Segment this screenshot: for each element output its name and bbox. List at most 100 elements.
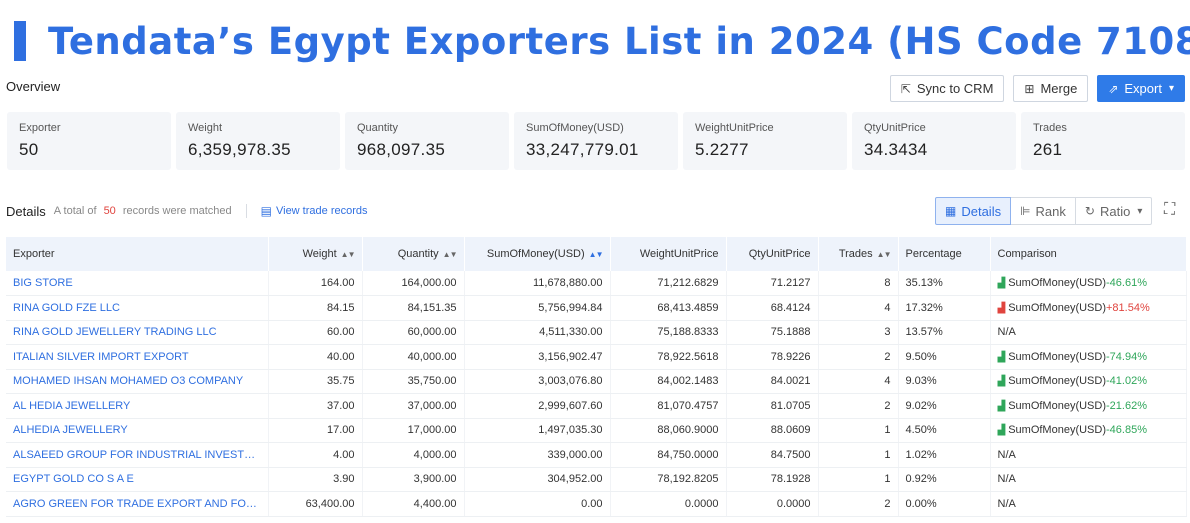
cell-percentage: 0.92% [898, 467, 991, 492]
cell-weight: 63,400.00 [268, 491, 363, 517]
exporters-table: Exporter Weight ▲▼ Quantity ▲▼ SumOfMoney(… [6, 237, 1187, 517]
comparison-value: -74.94% [1106, 350, 1147, 363]
cell-weight-unit-price: 68,413.4859 [610, 295, 727, 321]
divider [245, 204, 247, 218]
col-header-weight[interactable]: Weight ▲▼ [268, 237, 363, 271]
stat-value: 6,359,978.35 [188, 140, 291, 159]
table-row[interactable]: RINA GOLD FZE LLC 84.15 84,151.35 5,756,994… [6, 295, 1187, 321]
cell-qty-unit-price: 75.1888 [726, 320, 819, 345]
table-row[interactable]: AGRO GREEN FOR TRADE EXPORT AND FOOD 63,4… [6, 491, 1187, 517]
comparison-na: N/A [997, 473, 1016, 486]
comparison-label: SumOfMoney(USD) [1008, 350, 1106, 363]
cell-trades: 2 [818, 344, 899, 370]
chevron-down-icon: ▾ [1168, 83, 1174, 94]
cell-percentage: 0.00% [898, 491, 991, 517]
col-header-quantity[interactable]: Quantity ▲▼ [362, 237, 465, 271]
sort-icon[interactable]: ▲▼ [443, 250, 458, 259]
view-trade-records-link[interactable]: ▤ View trade records [261, 204, 368, 218]
exporter-name-link[interactable]: ALHEDIA JEWELLERY [6, 418, 269, 443]
stat-card-weight-unit-price: WeightUnitPrice 5.2277 [683, 112, 847, 170]
table-row[interactable]: AL HEDIA JEWELLERY 37.00 37,000.00 2,999,60… [6, 393, 1187, 419]
trend-chart-icon: ▟ [997, 376, 1006, 388]
cell-weight-unit-price: 84,002.1483 [610, 369, 727, 394]
stats-row: Exporter 50 Weight 6,359,978.35 Quantity… [7, 112, 1185, 170]
comparison-na: N/A [997, 497, 1016, 510]
tab-details[interactable]: ▦ Details [935, 197, 1012, 225]
stat-value: 50 [19, 140, 39, 159]
page-title: Tendata’s Egypt Exporters List in 2024 (… [48, 19, 1190, 63]
table-row[interactable]: ITALIAN SILVER IMPORT EXPORT 40.00 40,000.… [6, 344, 1187, 370]
stat-card-quantity: Quantity 968,097.35 [345, 112, 509, 170]
cell-quantity: 84,151.35 [362, 295, 465, 321]
col-header-sum-of-money[interactable]: SumOfMoney(USD) ▲▼ [464, 237, 611, 271]
fullscreen-icon[interactable]: ⛶ [1164, 201, 1175, 219]
tab-rank[interactable]: ⊫ Rank [1010, 197, 1076, 225]
comparison-label: SumOfMoney(USD) [1008, 399, 1106, 412]
comparison-value: +81.54% [1106, 301, 1150, 314]
cell-weight: 3.90 [268, 467, 363, 492]
cell-weight: 60.00 [268, 320, 363, 345]
col-header-trades[interactable]: Trades ▲▼ [818, 237, 899, 271]
cell-weight-unit-price: 81,070.4757 [610, 393, 727, 419]
tab-ratio[interactable]: ↻ Ratio ▾ [1074, 197, 1153, 225]
export-button[interactable]: ⇗ Export ▾ [1097, 75, 1185, 102]
cell-comparison: ▟ SumOfMoney(USD)-41.02% [990, 369, 1187, 394]
export-label: Export [1124, 81, 1162, 96]
trend-chart-icon: ▟ [997, 400, 1006, 412]
tab-details-label: Details [961, 203, 1002, 219]
sync-to-crm-button[interactable]: ⇱ Sync to CRM [889, 75, 1005, 102]
cell-comparison: ▟ SumOfMoney(USD)+81.54% [990, 295, 1187, 321]
stat-card-qty-unit-price: QtyUnitPrice 34.3434 [852, 112, 1016, 170]
trend-chart-icon: ▟ [997, 278, 1006, 289]
cell-comparison: ▟ SumOfMoney(USD)-21.62% [990, 393, 1187, 419]
table-row[interactable]: ALSAEED GROUP FOR INDUSTRIAL INVESTMENT … [6, 442, 1187, 468]
cell-trades: 1 [818, 418, 899, 443]
exporter-name-link[interactable]: EGYPT GOLD CO S A E [6, 467, 269, 492]
comparison-label: SumOfMoney(USD) [1008, 277, 1106, 289]
exporter-name-link[interactable]: BIG STORE [6, 271, 269, 296]
cell-sum-of-money: 5,756,994.84 [464, 295, 611, 321]
sort-icon[interactable]: ▲▼ [341, 250, 356, 259]
cell-percentage: 35.13% [898, 271, 991, 296]
trend-chart-icon: ▟ [997, 351, 1006, 363]
cell-trades: 2 [818, 393, 899, 419]
exporter-name-link[interactable]: AGRO GREEN FOR TRADE EXPORT AND FOOD [6, 491, 269, 517]
cell-percentage: 9.02% [898, 393, 991, 419]
exporter-name-link[interactable]: ALSAEED GROUP FOR INDUSTRIAL INVESTMENT … [6, 442, 269, 468]
hero-accent-bar [14, 21, 26, 61]
cell-weight: 84.15 [268, 295, 363, 321]
records-suffix: records were matched [122, 205, 232, 217]
exporter-name-link[interactable]: RINA GOLD FZE LLC [6, 295, 269, 321]
records-count: 50 [103, 205, 116, 217]
exporter-name-link[interactable]: AL HEDIA JEWELLERY [6, 393, 269, 419]
table-row[interactable]: BIG STORE 164.00 164,000.00 11,678,880.00 71… [6, 271, 1187, 296]
exporter-name-link[interactable]: MOHAMED IHSAN MOHAMED O3 COMPANY [6, 369, 269, 394]
exporter-name-link[interactable]: ITALIAN SILVER IMPORT EXPORT [6, 344, 269, 370]
merge-button[interactable]: ⊞ Merge [1013, 75, 1089, 102]
merge-icon: ⊞ [1024, 81, 1035, 96]
cell-sum-of-money: 3,003,076.80 [464, 369, 611, 394]
stat-value: 968,097.35 [357, 140, 446, 159]
table-row[interactable]: EGYPT GOLD CO S A E 3.90 3,900.00 304,952.0… [6, 467, 1187, 492]
cell-sum-of-money: 304,952.00 [464, 467, 611, 492]
cell-trades: 3 [818, 320, 899, 345]
table-row[interactable]: MOHAMED IHSAN MOHAMED O3 COMPANY 35.75 35,… [6, 369, 1187, 394]
cell-sum-of-money: 3,156,902.47 [464, 344, 611, 370]
grid-icon: ▦ [945, 204, 957, 218]
cell-qty-unit-price: 88.0609 [726, 418, 819, 443]
cell-percentage: 4.50% [898, 418, 991, 443]
col-header-weight-unit-price: WeightUnitPrice [610, 237, 727, 271]
table-row[interactable]: ALHEDIA JEWELLERY 17.00 17,000.00 1,497,035… [6, 418, 1187, 443]
comparison-value: -41.02% [1106, 375, 1147, 388]
comparison-value: -46.85% [1106, 424, 1147, 437]
cell-weight: 17.00 [268, 418, 363, 443]
cell-sum-of-money: 0.00 [464, 491, 611, 517]
table-row[interactable]: RINA GOLD JEWELLERY TRADING LLC 60.00 60,0… [6, 320, 1187, 345]
exporter-name-link[interactable]: RINA GOLD JEWELLERY TRADING LLC [6, 320, 269, 345]
details-title: Details [6, 203, 46, 219]
stat-label: SumOfMoney(USD) [526, 122, 624, 134]
sort-icon[interactable]: ▲▼ [877, 250, 892, 259]
tab-ratio-label: Ratio [1099, 203, 1131, 219]
sort-desc-icon[interactable]: ▲▼ [589, 250, 604, 259]
stat-label: Trades [1033, 122, 1067, 134]
